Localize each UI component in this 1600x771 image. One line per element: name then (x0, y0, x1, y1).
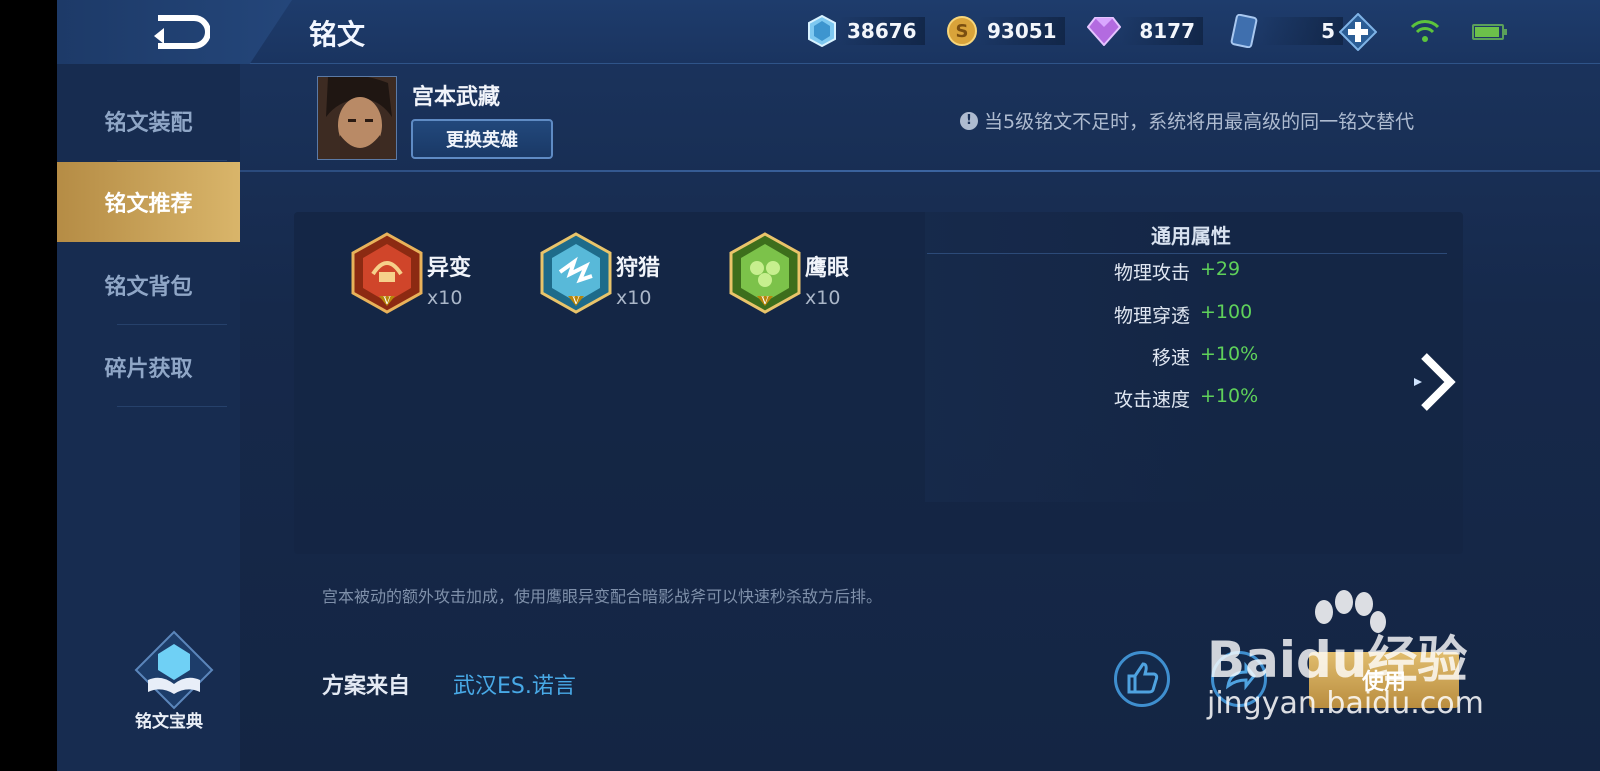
card-icon (1227, 14, 1261, 48)
rune-count: x10 (805, 287, 841, 309)
rune-item[interactable]: V 异变 x10 (351, 232, 531, 322)
attribute-row: 物理穿透 +100 (1114, 301, 1390, 329)
battery-icon (1472, 24, 1504, 40)
sidebar-divider (117, 160, 227, 161)
like-button[interactable] (1114, 651, 1170, 707)
swap-hero-label: 更换英雄 (446, 130, 518, 151)
source-label: 方案来自 (322, 674, 411, 699)
gold-currency: S 93051 (945, 14, 1065, 48)
rune-name: 鹰眼 (805, 256, 850, 281)
attribute-key: 移速 (1151, 347, 1190, 369)
info-icon: ! (960, 111, 978, 130)
rune-name: 异变 (427, 256, 472, 281)
gold-coin-icon: S (945, 14, 979, 48)
rune-hunt-icon: V (540, 232, 612, 314)
gold-value: 93051 (979, 17, 1065, 45)
attribute-row: 移速 +10% (1152, 343, 1390, 371)
card-value: 5 (1261, 17, 1343, 45)
thumbs-up-icon (1127, 662, 1159, 694)
rune-item[interactable]: V 鹰眼 x10 (729, 232, 909, 322)
attribute-value: +10% (1200, 385, 1259, 407)
sidebar-item-rune-recommend[interactable]: 铭文推荐 (57, 162, 240, 242)
back-arrow-icon (154, 15, 210, 49)
diamond-currency: 8177 (1087, 14, 1203, 48)
sidebar-item-rune-equip[interactable]: 铭文装配 (57, 81, 240, 161)
attribute-key: 物理攻击 (1113, 262, 1190, 284)
paw-logo-icon (1315, 590, 1386, 633)
sidebar-item-rune-bag[interactable]: 铭文背包 (57, 245, 240, 325)
crystal-icon (805, 14, 839, 48)
share-icon (1226, 661, 1256, 691)
sidebar-item-label: 铭文装配 (104, 111, 193, 136)
rune-item[interactable]: V 狩猎 x10 (540, 232, 720, 322)
add-card-button[interactable] (1338, 12, 1378, 52)
next-page-button[interactable] (1412, 350, 1458, 418)
attribute-title: 通用属性 (1151, 224, 1231, 248)
attribute-value: +29 (1200, 258, 1241, 280)
attribute-value: +100 (1200, 301, 1253, 323)
crystal-value: 38676 (839, 17, 925, 45)
notice: ! 当5级铭文不足时，系统将用最高级的同一铭文替代 (960, 107, 1414, 134)
use-button[interactable]: 使用 (1309, 652, 1459, 708)
source-author-link[interactable]: 武汉ES.诺言 (453, 668, 576, 700)
battery-tip (1504, 29, 1507, 35)
page-title: 铭文 (309, 18, 366, 51)
attribute-key: 物理穿透 (1113, 305, 1190, 327)
attribute-title-divider (927, 253, 1447, 254)
screen: 铭文 38676 S 93051 8177 5 铭文装配 铭文推荐 铭文背包 碎… (57, 0, 1600, 771)
wifi-icon (1410, 18, 1440, 48)
sidebar-item-label: 碎片获取 (104, 357, 193, 382)
crystal-currency: 38676 (805, 14, 925, 48)
chevron-right-icon (1414, 353, 1456, 411)
use-button-label: 使用 (1361, 670, 1406, 695)
rune-mutation-icon: V (351, 232, 423, 314)
attribute-key: 攻击速度 (1113, 389, 1190, 411)
svg-text:V: V (760, 296, 769, 307)
top-bar: 铭文 38676 S 93051 8177 5 (57, 0, 1600, 64)
attribute-row: 物理攻击 +29 (1114, 258, 1390, 286)
header-divider (240, 170, 1600, 172)
rune-name: 狩猎 (616, 256, 661, 281)
sidebar-item-label: 铭文推荐 (104, 192, 193, 217)
rune-count: x10 (616, 287, 652, 309)
rune-count: x10 (427, 287, 463, 309)
svg-text:S: S (956, 21, 969, 42)
svg-text:V: V (382, 296, 391, 307)
sidebar-divider (117, 406, 227, 407)
swap-hero-button[interactable]: 更换英雄 (411, 119, 553, 159)
sidebar-item-fragment-acquire[interactable]: 碎片获取 (57, 327, 240, 407)
attribute-value: +10% (1200, 343, 1259, 365)
hero-avatar (317, 76, 397, 160)
back-button[interactable] (57, 0, 292, 64)
attribute-row: 攻击速度 +10% (1114, 385, 1390, 413)
share-button[interactable] (1211, 651, 1267, 707)
plus-icon (1338, 12, 1378, 52)
sidebar-divider (117, 324, 227, 325)
rune-codex-label: 铭文宝典 (135, 712, 203, 732)
card-currency: 5 (1227, 14, 1343, 48)
svg-text:V: V (571, 296, 580, 307)
rune-hawkeye-icon: V (729, 232, 801, 314)
recommend-description: 宫本被动的额外攻击加成，使用鹰眼异变配合暗影战斧可以快速秒杀敌方后排。 (322, 587, 883, 606)
diamond-value: 8177 (1121, 17, 1203, 45)
book-icon (134, 630, 214, 710)
hero-name: 宫本武藏 (412, 85, 501, 110)
sidebar-item-label: 铭文背包 (104, 275, 193, 300)
notice-text: 当5级铭文不足时，系统将用最高级的同一铭文替代 (984, 111, 1415, 133)
diamond-icon (1087, 14, 1121, 48)
